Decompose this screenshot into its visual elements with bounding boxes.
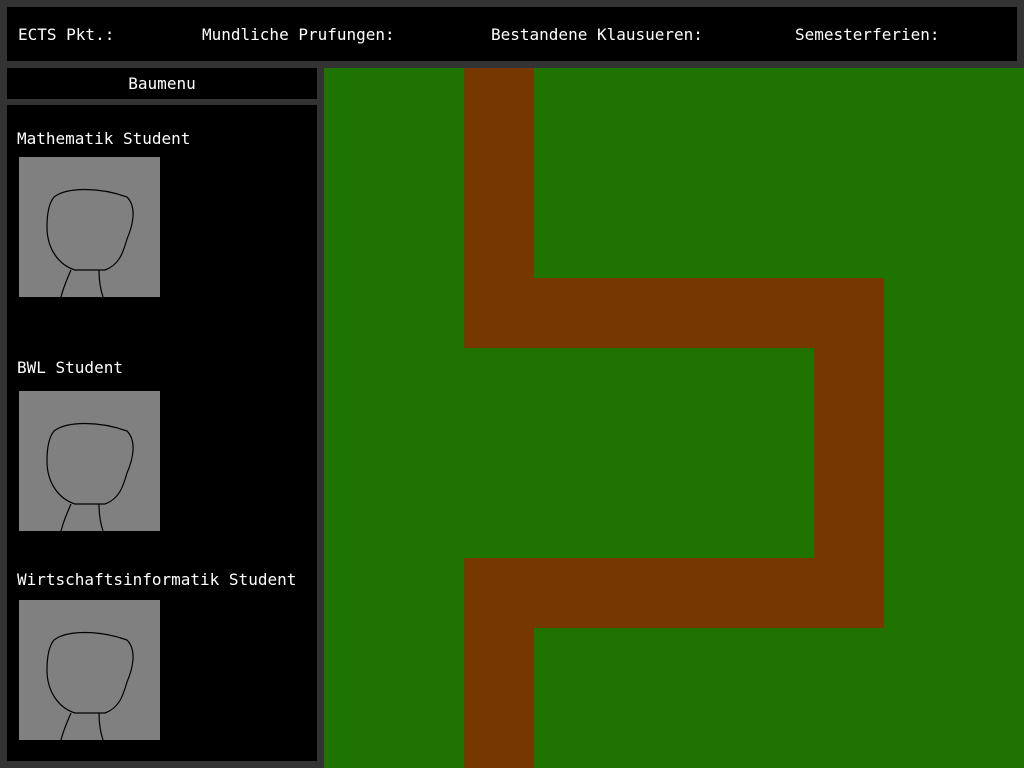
path-tile [604,278,674,348]
path-tile [814,488,884,558]
passed-exams-label: Bestandene Klausueren: [491,25,703,44]
student-portrait-icon [46,188,134,297]
path-tile [464,208,534,278]
map-canvas[interactable] [324,68,1024,768]
grass-area[interactable] [324,68,1024,768]
semester-break-label: Semesterferien: [795,25,940,44]
student-portrait-icon [46,422,134,531]
game-window: ECTS Pkt.: Mundliche Prufungen: Bestande… [0,0,1024,768]
path-tile [464,628,534,698]
path-tile [814,348,884,418]
build-math-student-button[interactable] [19,157,160,297]
path-tile [744,558,814,628]
path-tile [464,278,534,348]
student-portrait-icon [46,631,134,740]
path-tile [464,698,534,768]
stats-bar: ECTS Pkt.: Mundliche Prufungen: Bestande… [7,7,1017,61]
path-tile [534,558,604,628]
build-wirtschaftsinformatik-student-button[interactable] [19,600,160,740]
path-tile [464,138,534,208]
path-tile [814,418,884,488]
unit-label-math: Mathematik Student [17,129,191,148]
path-tile [464,558,534,628]
path-tile [464,68,534,138]
ects-points-label: ECTS Pkt.: [18,25,115,44]
unit-label-bwl: BWL Student [17,358,123,377]
build-menu-panel: Mathematik Student BWL Student Wirtschaf… [7,105,317,761]
game-map[interactable] [324,68,1024,768]
path-tile [674,558,744,628]
path-tile [814,278,884,348]
path-tile [814,558,884,628]
build-menu-title: Baumenu [7,68,317,99]
path-tile [534,278,604,348]
path-tile [604,558,674,628]
path-tile [674,278,744,348]
build-bwl-student-button[interactable] [19,391,160,531]
unit-label-wirtschaftsinformatik: Wirtschaftsinformatik Student [17,570,297,589]
path-tile [744,278,814,348]
oral-exams-label: Mundliche Prufungen: [202,25,395,44]
